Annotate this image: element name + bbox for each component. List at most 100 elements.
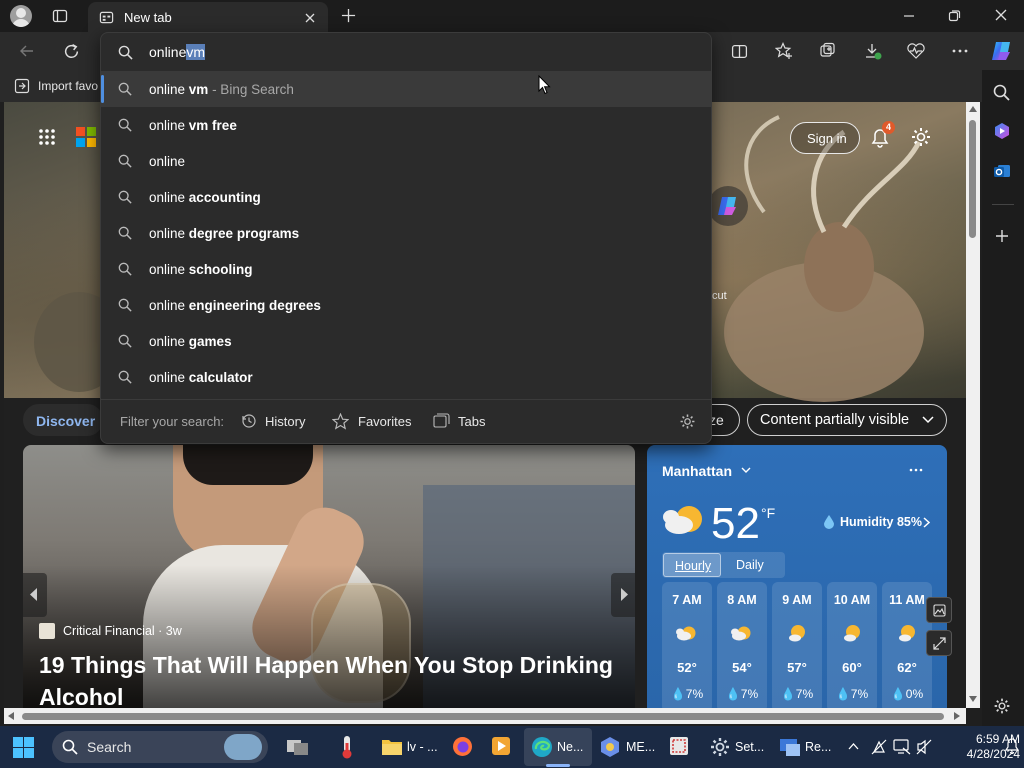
hour-precip: 💧7%	[835, 687, 869, 701]
discover-tab[interactable]: Discover	[23, 404, 103, 436]
expand-button[interactable]	[926, 630, 952, 656]
tab-daily[interactable]: Daily	[724, 553, 782, 577]
tab-new-tab[interactable]: New tab	[88, 2, 328, 32]
active-indicator	[546, 764, 570, 767]
settings-gear-icon[interactable]	[709, 736, 731, 758]
content-visibility-dropdown[interactable]: Content partially visible	[747, 404, 947, 436]
restore-icon[interactable]	[948, 9, 961, 22]
tab-hourly[interactable]: Hourly	[663, 553, 721, 577]
humidity-drop-icon	[824, 515, 834, 529]
title-bar: New tab	[0, 0, 1024, 32]
hourly-forecast-item[interactable]: 10 AM 60° 💧7%	[827, 582, 877, 708]
location-chevron-down-icon[interactable]	[741, 467, 751, 474]
vertical-scrollbar[interactable]	[966, 102, 980, 708]
suggestion-item[interactable]: online engineering degrees	[101, 287, 711, 323]
copilot-sidebar-icon[interactable]	[993, 122, 1011, 140]
taskbar-item-label[interactable]: ME...	[626, 740, 655, 754]
snipping-tool-icon[interactable]	[669, 736, 691, 758]
filter-history-button[interactable]: History	[241, 410, 311, 434]
edge-browser-icon[interactable]	[531, 736, 553, 758]
weather-location[interactable]: Manhattan	[662, 463, 732, 479]
star-icon	[332, 413, 349, 430]
remote-desktop-icon[interactable]	[779, 736, 801, 758]
address-input[interactable]: onlinevm	[149, 44, 206, 60]
suggestion-item[interactable]: online vm - Bing Search	[101, 71, 711, 107]
hourly-forecast-item[interactable]: 7 AM 52° 💧7%	[662, 582, 712, 708]
add-sidebar-app-icon[interactable]	[995, 229, 1009, 243]
suggestion-item[interactable]: online degree programs	[101, 215, 711, 251]
chevron-right-icon[interactable]	[923, 517, 930, 528]
volume-muted-icon[interactable]	[916, 739, 934, 755]
minimize-icon[interactable]	[903, 10, 915, 22]
taskbar-item-label[interactable]: Re...	[805, 740, 831, 754]
favorites-star-icon[interactable]	[775, 42, 793, 60]
search-settings-gear-icon[interactable]	[679, 413, 696, 430]
profile-avatar[interactable]	[10, 5, 32, 27]
temperature-unit[interactable]: °F	[761, 505, 775, 521]
notification-center-icon[interactable]	[1005, 738, 1019, 754]
outlook-icon[interactable]	[993, 162, 1011, 180]
filter-favorites-button[interactable]: Favorites	[332, 410, 412, 434]
search-icon	[62, 739, 78, 755]
suggestion-bold-text: accounting	[188, 190, 261, 205]
import-favorites-link[interactable]: Import favo	[38, 79, 98, 93]
split-screen-icon[interactable]	[731, 43, 748, 60]
chevron-up-icon[interactable]	[848, 743, 859, 750]
hourly-forecast-item[interactable]: 8 AM 54° 💧7%	[717, 582, 767, 708]
thermometer-app-icon[interactable]	[338, 735, 356, 759]
suggestion-item[interactable]: online accounting	[101, 179, 711, 215]
suggestion-item[interactable]: online calculator	[101, 359, 711, 395]
filter-tabs-button[interactable]: Tabs	[433, 410, 493, 434]
suggestion-item[interactable]: online schooling	[101, 251, 711, 287]
downloads-icon[interactable]	[864, 42, 882, 60]
collections-icon[interactable]	[819, 42, 837, 60]
windows-start-icon[interactable]	[13, 737, 34, 758]
tab-actions-icon[interactable]	[52, 8, 68, 24]
chrome-like-app-icon[interactable]	[599, 736, 621, 758]
copilot-hero-button[interactable]	[708, 186, 748, 226]
carousel-next-button[interactable]	[611, 573, 635, 617]
back-icon[interactable]	[19, 43, 35, 59]
hour-time: 11 AM	[889, 593, 925, 607]
weather-more-icon[interactable]	[909, 468, 923, 472]
taskbar-search-box[interactable]: Search	[52, 731, 268, 763]
background-image-button[interactable]	[926, 597, 952, 623]
search-icon[interactable]	[993, 84, 1011, 102]
network-icon[interactable]	[871, 739, 887, 755]
carousel-prev-button[interactable]	[23, 573, 47, 617]
hour-temp: 60°	[842, 660, 862, 675]
suggestion-item[interactable]: online	[101, 143, 711, 179]
mostly-sunny-icon	[789, 625, 805, 642]
hourly-forecast-item[interactable]: 9 AM 57° 💧7%	[772, 582, 822, 708]
display-icon[interactable]	[893, 739, 911, 755]
apps-launcher-icon[interactable]	[38, 128, 56, 146]
new-tab-plus-icon[interactable]	[341, 8, 356, 23]
copilot-icon[interactable]	[990, 40, 1014, 62]
weather-card[interactable]: Manhattan 52 °F Humidity 85% Hourly Dail…	[647, 445, 947, 708]
close-tab-icon[interactable]	[304, 12, 316, 24]
horizontal-scrollbar[interactable]	[4, 708, 966, 724]
firefox-icon[interactable]	[452, 736, 473, 757]
page-settings-gear-icon[interactable]	[910, 126, 932, 148]
taskbar-item-label[interactable]: lv - ...	[407, 740, 438, 754]
performance-icon[interactable]	[906, 42, 926, 60]
news-headline[interactable]: 19 Things That Will Happen When You Stop…	[39, 649, 629, 708]
file-explorer-icon[interactable]	[381, 737, 403, 756]
taskbar-item-label[interactable]: Set...	[735, 740, 764, 754]
taskbar-item-label[interactable]: Ne...	[557, 740, 583, 754]
sidebar-settings-gear-icon[interactable]	[993, 697, 1011, 715]
address-bar[interactable]: onlinevm	[101, 33, 711, 71]
media-player-icon[interactable]	[491, 736, 511, 756]
news-card[interactable]: Critical Financial · 3w 19 Things That W…	[23, 445, 635, 708]
more-menu-icon[interactable]	[952, 49, 968, 53]
hour-precip: 💧7%	[780, 687, 814, 701]
suggestion-item[interactable]: online vm free	[101, 107, 711, 143]
suggestion-item[interactable]: online games	[101, 323, 711, 359]
close-window-icon[interactable]	[995, 9, 1007, 21]
task-view-icon[interactable]	[286, 737, 310, 757]
refresh-icon[interactable]	[63, 43, 80, 60]
partly-cloudy-icon	[663, 506, 702, 534]
tab-hourly-label: Hourly	[675, 559, 712, 573]
hourly-forecast-item[interactable]: 11 AM 62° 💧0%	[882, 582, 932, 708]
sign-in-button[interactable]: Sign in	[790, 122, 860, 154]
